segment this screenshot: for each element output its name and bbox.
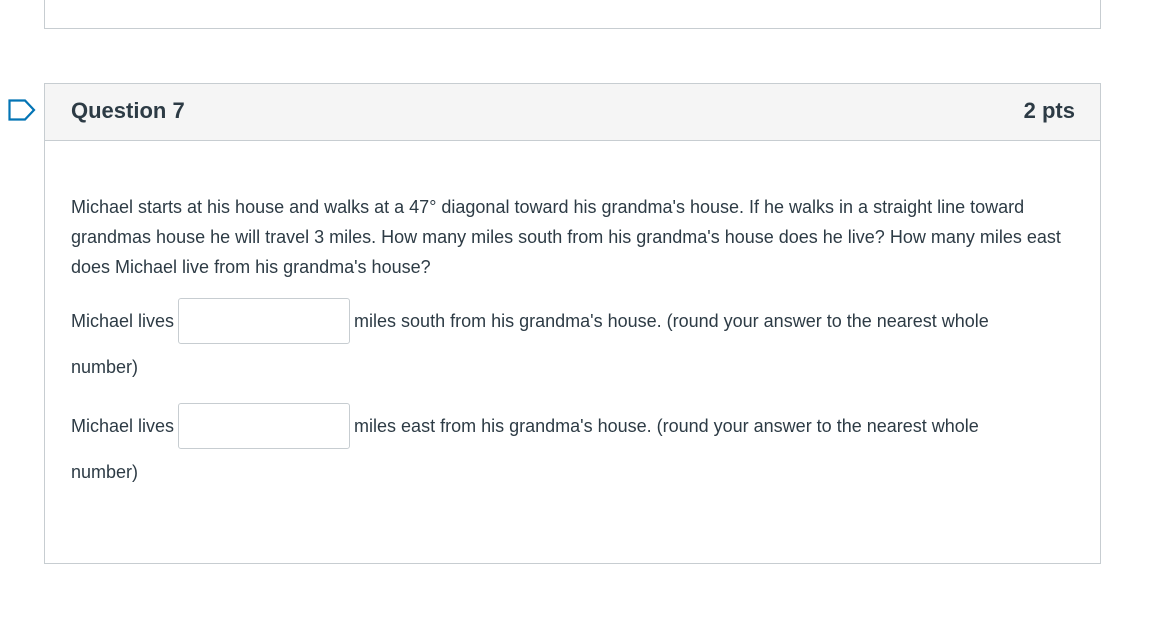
previous-question-card (44, 0, 1101, 29)
answer-prefix: Michael lives (71, 416, 175, 436)
question-points: 2 pts (1023, 98, 1075, 123)
east-miles-input[interactable] (178, 403, 351, 449)
south-miles-input[interactable] (178, 298, 351, 344)
answer-row-south: Michael lives miles south from his grandm… (71, 298, 1075, 390)
answer-continuation: number) (71, 357, 139, 377)
question-body: Michael starts at his house and walks at… (71, 192, 1075, 282)
flag-question-icon[interactable] (8, 99, 36, 121)
answer-prefix: Michael lives (71, 311, 175, 331)
question-title: Question 7 (71, 98, 185, 123)
question-card: Question 7 2 pts Michael starts at his h… (44, 83, 1101, 564)
question-header: Question 7 2 pts (45, 84, 1100, 141)
answer-continuation: number) (71, 462, 139, 482)
answer-row-east: Michael lives miles east from his grandma… (71, 403, 1075, 495)
question-text: Michael starts at his house and walks at… (71, 197, 1061, 277)
answer-suffix: miles east from his grandma's house. (ro… (354, 416, 979, 436)
answer-suffix: miles south from his grandma's house. (r… (354, 311, 989, 331)
